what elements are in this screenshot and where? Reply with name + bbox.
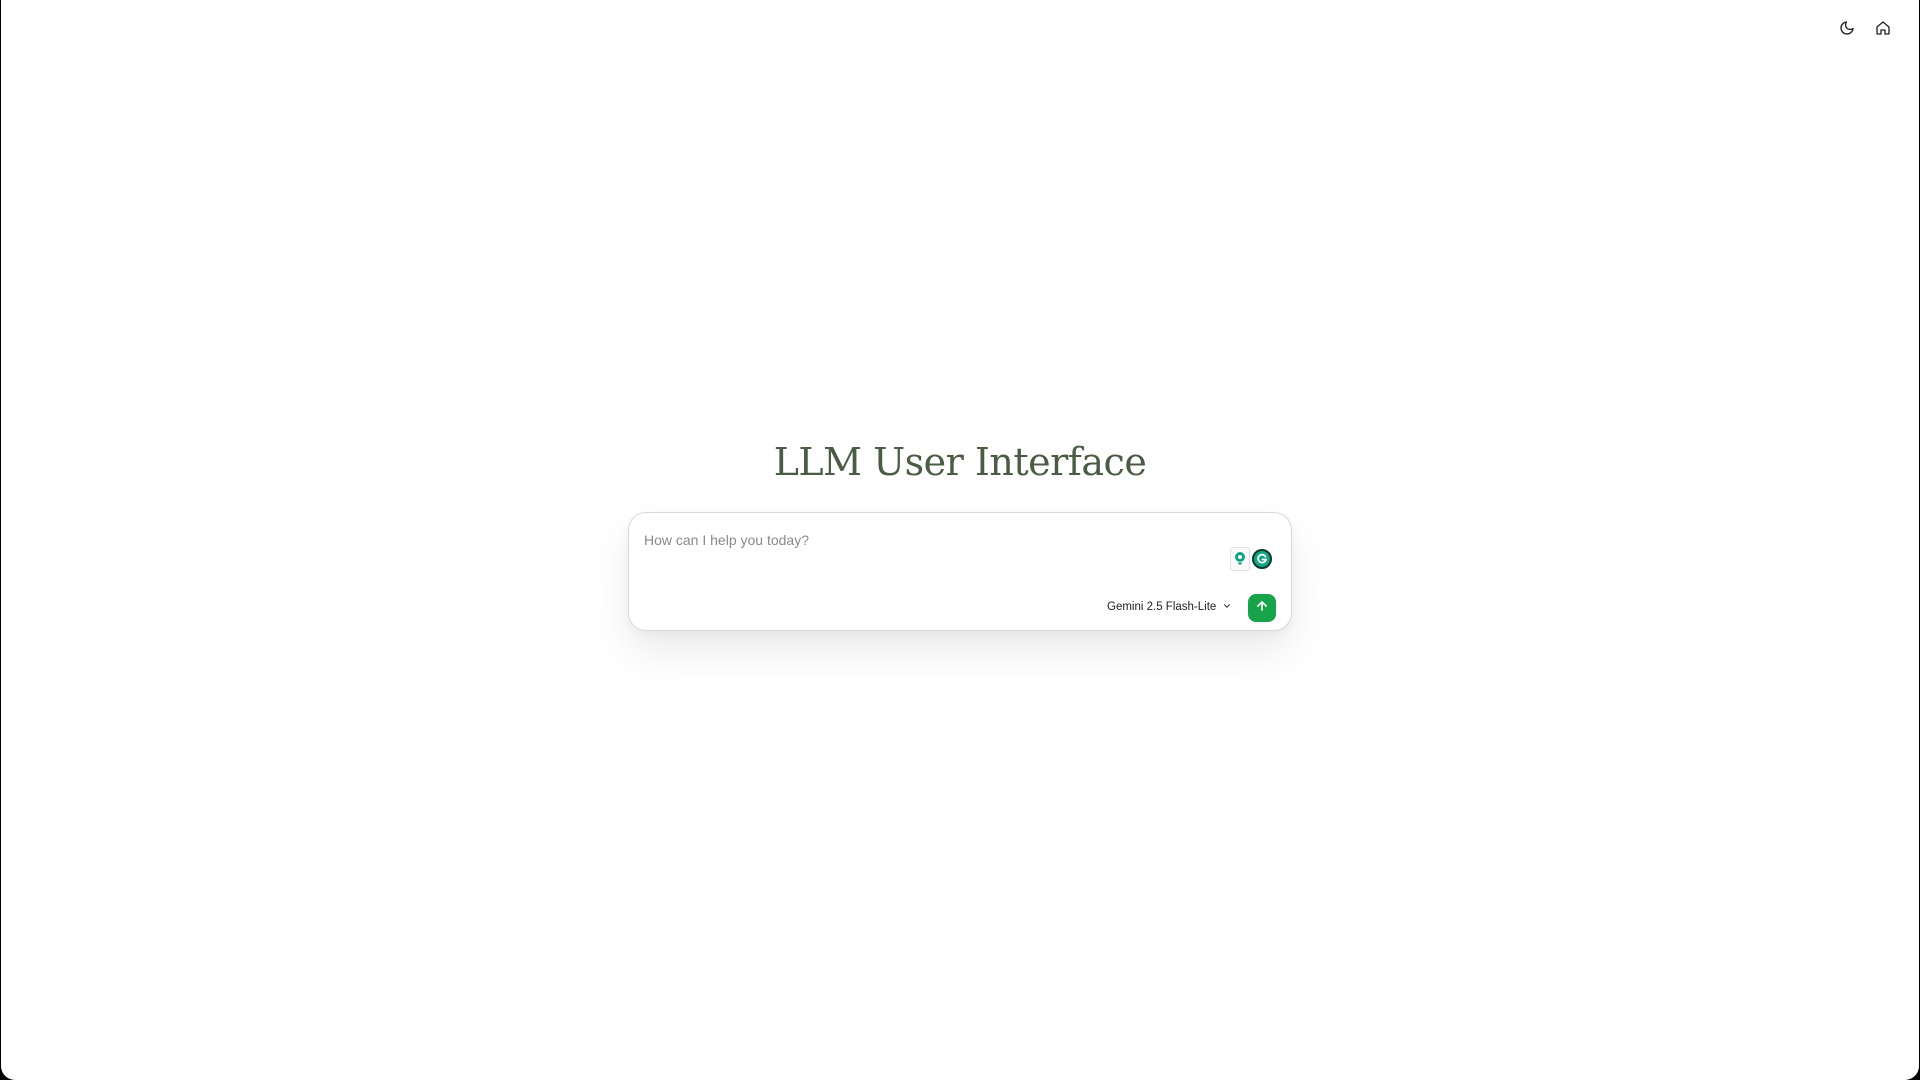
app-window: LLM User Interface Gemini 2.5 Flash-Lite xyxy=(1,0,1919,1080)
prompt-input[interactable] xyxy=(644,527,1204,553)
theme-toggle-button[interactable] xyxy=(1836,17,1858,39)
top-actions xyxy=(1836,17,1894,39)
chevron-down-icon xyxy=(1222,601,1232,614)
extension-icons xyxy=(1230,547,1272,571)
page-title: LLM User Interface xyxy=(773,440,1147,484)
moon-icon xyxy=(1839,20,1855,36)
grammarly-icon[interactable] xyxy=(1252,549,1272,569)
chat-composer: Gemini 2.5 Flash-Lite xyxy=(628,512,1292,631)
lightbulb-icon[interactable] xyxy=(1230,547,1250,571)
model-selector[interactable]: Gemini 2.5 Flash-Lite xyxy=(1107,597,1232,617)
model-selector-label: Gemini 2.5 Flash-Lite xyxy=(1107,601,1217,613)
arrow-up-icon xyxy=(1255,599,1269,618)
home-button[interactable] xyxy=(1872,17,1894,39)
home-icon xyxy=(1875,20,1891,36)
send-button[interactable] xyxy=(1248,594,1276,622)
